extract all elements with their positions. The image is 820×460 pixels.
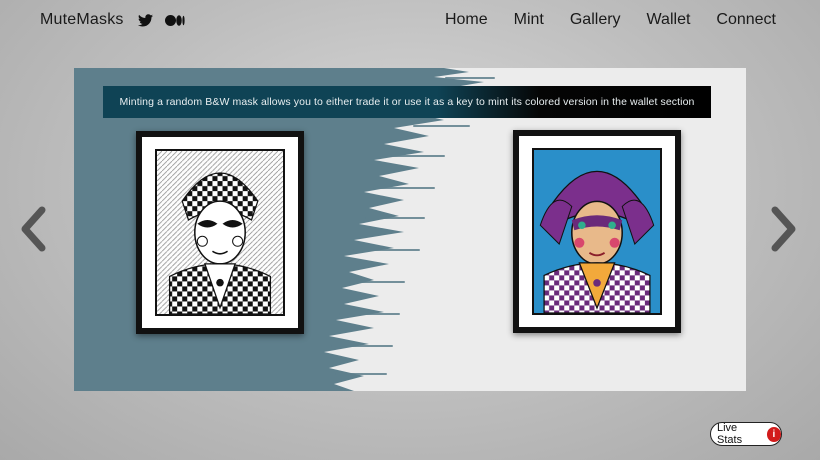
twitter-icon[interactable] (137, 13, 153, 27)
carousel-slide: Minting a random B&W mask allows you to … (74, 68, 746, 391)
live-stats-label: Live Stats (717, 422, 743, 446)
nav-home[interactable]: Home (445, 11, 488, 29)
banner-caption: Minting a random B&W mask allows you to … (119, 96, 695, 108)
nav-mint[interactable]: Mint (514, 11, 544, 29)
nav-wallet[interactable]: Wallet (647, 11, 691, 29)
info-banner: Minting a random B&W mask allows you to … (103, 86, 711, 118)
main-nav: Home Mint Gallery Wallet Connect (445, 11, 776, 29)
carousel-next-button[interactable] (769, 206, 799, 252)
chevron-right-icon (771, 206, 796, 252)
colored-mask-frame (513, 130, 681, 333)
nav-connect[interactable]: Connect (716, 11, 776, 29)
bw-mask-frame (136, 131, 304, 334)
info-icon: i (766, 426, 781, 442)
colored-mask-image (532, 148, 662, 315)
carousel-prev-button[interactable] (18, 206, 48, 252)
bw-mask-image (155, 149, 285, 316)
social-links (137, 13, 185, 27)
brand: MuteMasks (40, 11, 185, 29)
medium-icon[interactable] (164, 14, 185, 26)
nav-gallery[interactable]: Gallery (570, 11, 621, 29)
live-stats-button[interactable]: Live Stats i (710, 422, 782, 446)
chevron-left-icon (21, 206, 46, 252)
brand-name[interactable]: MuteMasks (40, 11, 124, 29)
